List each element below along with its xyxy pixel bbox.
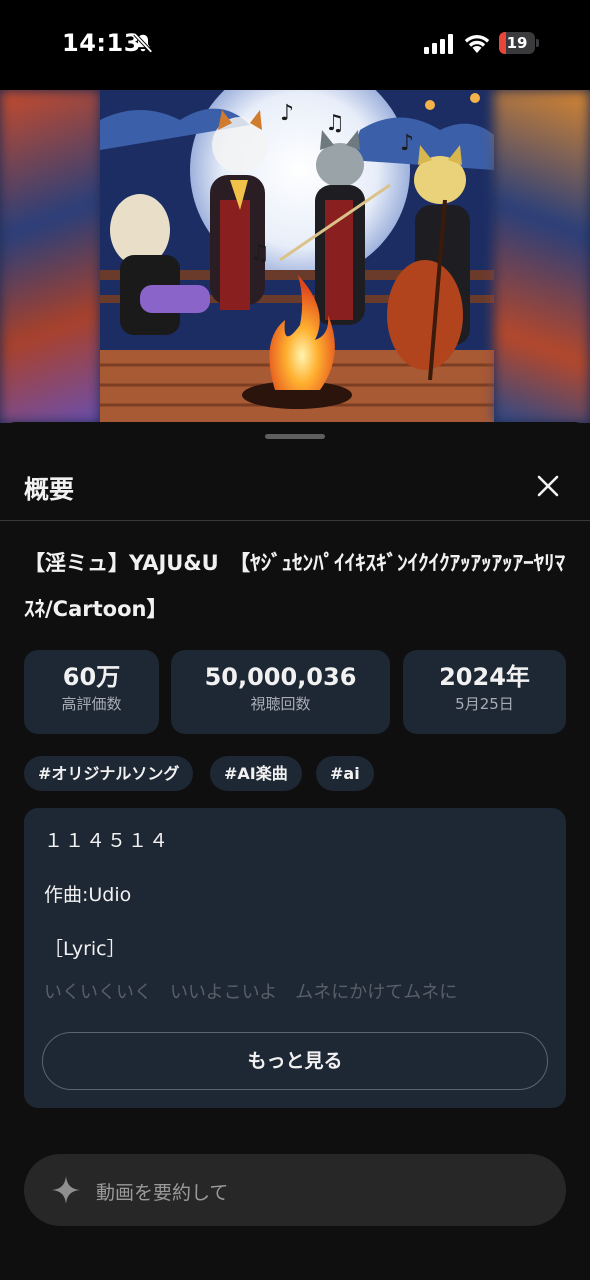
views-label: 視聴回数: [250, 695, 311, 713]
hashtag-original-song[interactable]: #オリジナルソング: [24, 756, 194, 791]
ask-placeholder: 動画を要約して: [96, 1182, 229, 1204]
description-panel: 概要 【淫ミュ】YAJU&U 【ﾔｼﾞｭｾﾝﾊﾟｲｲｷｽｷﾞﾝｲｸｲｸｱｯｱｯｱ…: [0, 422, 590, 1280]
description-line: ［Lyric］: [44, 938, 126, 960]
upload-year: 2024年: [439, 663, 530, 691]
bell-off-icon: [133, 33, 153, 53]
stat-date: 2024年 5月25日: [403, 650, 566, 734]
svg-text:♪: ♪: [400, 131, 414, 156]
close-icon[interactable]: [530, 468, 566, 504]
battery-icon: 19: [499, 32, 539, 54]
wifi-icon: [464, 35, 490, 53]
stat-likes: 60万 高評価数: [24, 650, 159, 734]
battery-level: 19: [506, 34, 528, 52]
status-time: 14:13: [62, 29, 141, 57]
description-line: １１４５１４: [44, 830, 171, 852]
hashtag-ai-music[interactable]: #AI楽曲: [210, 756, 302, 791]
status-bar: 14:13 19: [0, 0, 590, 90]
video-title: 【淫ミュ】YAJU&U 【ﾔｼﾞｭｾﾝﾊﾟｲｲｷｽｷﾞﾝｲｸｲｸｱｯｱｯｱｯｱｰ…: [24, 551, 566, 621]
description-faded-line: いくいくいく いいよこいよ ムネにかけてムネに: [44, 982, 458, 1003]
divider: [0, 520, 590, 521]
video-player[interactable]: ♪ ♫ ♪ ♫: [0, 90, 590, 423]
hashtag-ai[interactable]: #ai: [316, 756, 374, 791]
likes-count: 60万: [62, 663, 121, 691]
show-more-button[interactable]: もっと見る: [42, 1032, 548, 1090]
svg-text:♫: ♫: [325, 111, 345, 136]
svg-text:♪: ♪: [280, 101, 294, 126]
panel-title: 概要: [24, 475, 75, 504]
sparkle-icon: [52, 1176, 80, 1204]
video-thumbnail: ♪ ♫ ♪ ♫: [100, 90, 494, 423]
cellular-signal-icon: [424, 34, 453, 54]
svg-text:♫: ♫: [250, 241, 270, 266]
drag-handle[interactable]: [265, 434, 325, 439]
description-line: 作曲:Udio: [44, 884, 132, 906]
ask-input-bar[interactable]: 動画を要約して: [24, 1154, 566, 1226]
upload-date: 5月25日: [455, 695, 514, 713]
views-count: 50,000,036: [204, 663, 357, 691]
video-blur-left: [0, 90, 100, 423]
description-box: １１４５１４ 作曲:Udio ［Lyric］ いくいくいく いいよこいよ ムネに…: [24, 808, 566, 1108]
video-blur-right: [494, 90, 590, 423]
stat-views: 50,000,036 視聴回数: [171, 650, 390, 734]
likes-label: 高評価数: [61, 695, 122, 713]
